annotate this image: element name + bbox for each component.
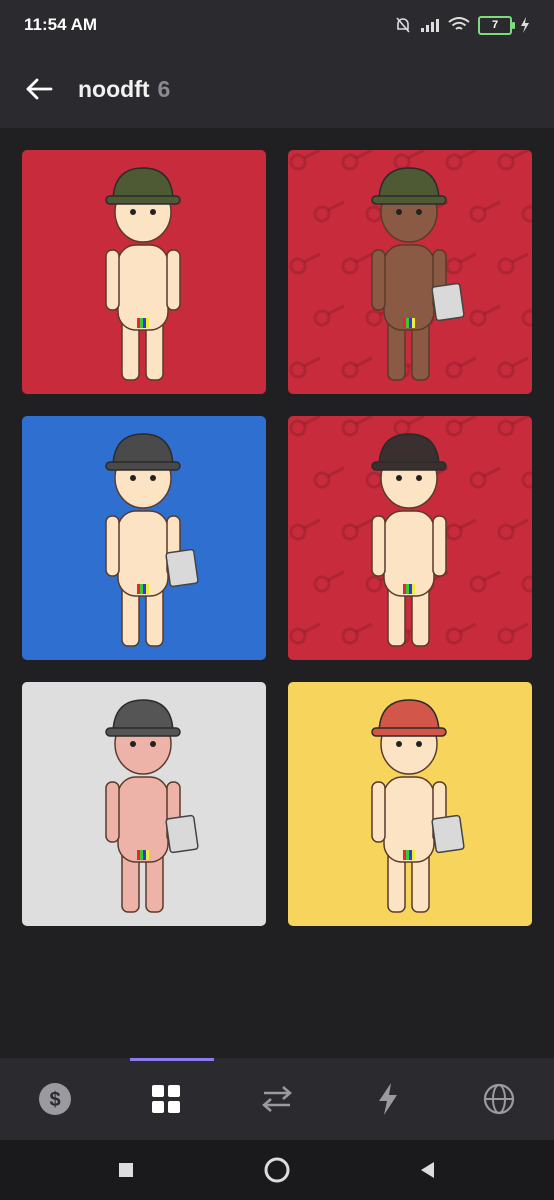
character-art — [371, 699, 465, 913]
back-system-button[interactable] — [403, 1150, 453, 1190]
nav-browser[interactable] — [471, 1071, 527, 1127]
status-bar: 11:54 AM 7 — [0, 0, 554, 50]
back-button[interactable] — [24, 74, 54, 104]
nft-card[interactable] — [22, 416, 266, 660]
triangle-back-icon — [421, 1162, 434, 1178]
character-art — [105, 433, 199, 647]
status-icons: 7 — [394, 15, 530, 35]
wifi-icon — [448, 17, 470, 30]
svg-text:$: $ — [50, 1089, 61, 1111]
nft-card[interactable] — [288, 682, 532, 926]
mute-bell-icon — [396, 17, 410, 33]
nft-card[interactable] — [288, 416, 532, 660]
lightning-icon — [378, 1083, 397, 1115]
nav-activity[interactable] — [360, 1071, 416, 1127]
character-art — [371, 167, 465, 381]
active-tab-indicator — [130, 1058, 214, 1061]
app-header: noodft 6 — [0, 50, 554, 128]
square-icon — [119, 1163, 133, 1177]
nft-card[interactable] — [22, 150, 266, 394]
grid-icon — [152, 1085, 181, 1113]
character-art — [105, 699, 199, 913]
nav-wallet[interactable]: $ — [27, 1071, 83, 1127]
swap-icon — [262, 1086, 292, 1112]
system-nav-bar — [0, 1140, 554, 1200]
signal-icon — [421, 19, 439, 32]
globe-icon — [483, 1083, 514, 1115]
bottom-nav: $ — [0, 1058, 554, 1140]
nft-grid — [22, 150, 532, 926]
nav-swap[interactable] — [249, 1071, 305, 1127]
character-art — [371, 433, 447, 647]
home-button[interactable] — [252, 1150, 302, 1190]
arrow-left-icon — [26, 78, 53, 100]
nft-card[interactable] — [288, 150, 532, 394]
circle-icon — [264, 1157, 290, 1183]
item-count: 6 — [157, 75, 171, 102]
nav-collectibles[interactable] — [138, 1071, 194, 1127]
nft-card[interactable] — [22, 682, 266, 926]
recent-apps-button[interactable] — [101, 1150, 151, 1190]
dollar-icon: $ — [39, 1083, 72, 1115]
battery-icon: 7 — [478, 15, 515, 35]
page-title: noodft — [78, 75, 150, 102]
character-art — [105, 167, 181, 381]
charging-icon — [521, 17, 529, 33]
status-time: 11:54 AM — [24, 15, 98, 34]
